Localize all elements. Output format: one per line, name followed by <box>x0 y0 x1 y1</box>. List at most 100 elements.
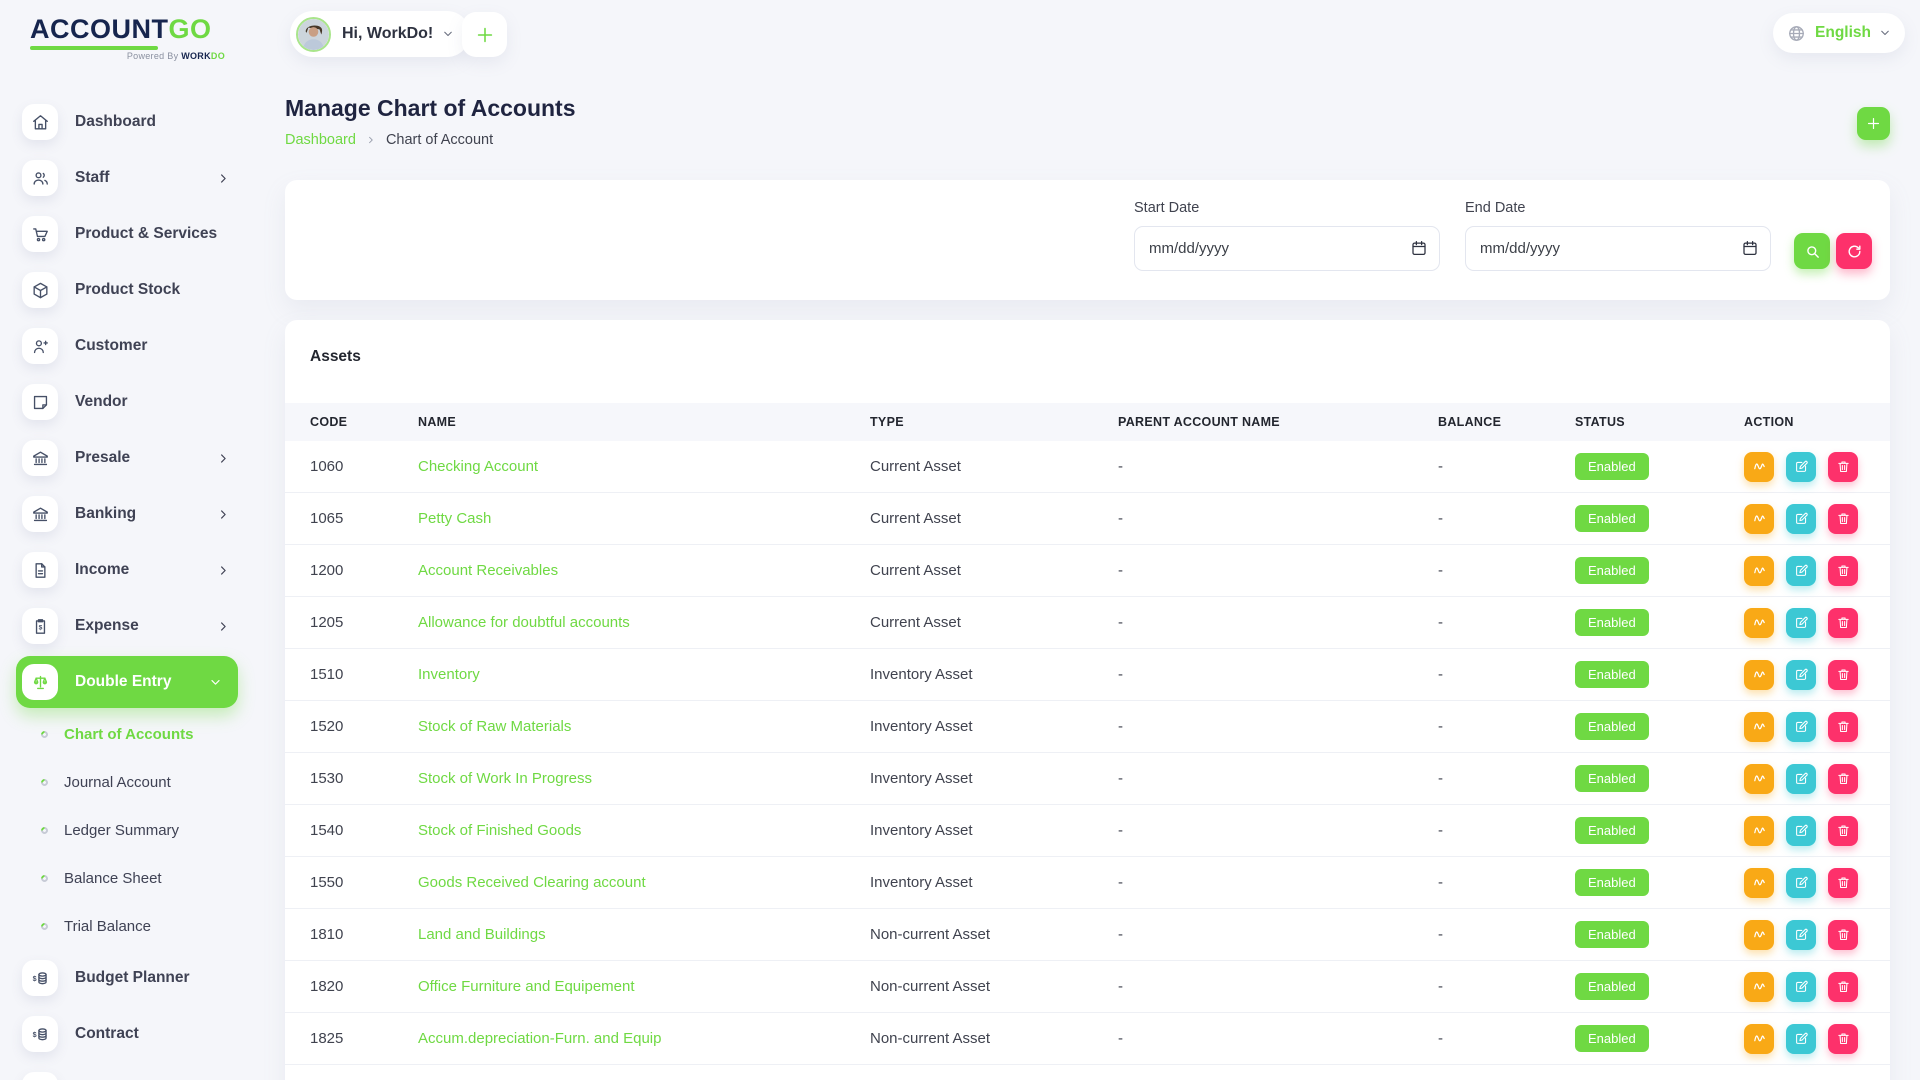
sidebar-item-dashboard[interactable]: Dashboard <box>0 94 260 150</box>
trash-icon <box>1836 771 1851 786</box>
sidebar-subitem-label: Journal Account <box>64 774 171 791</box>
cell-type: Current Asset <box>870 562 1118 579</box>
transactions-button[interactable] <box>1744 972 1774 1002</box>
edit-button[interactable] <box>1786 452 1816 482</box>
account-name-link[interactable]: Office Furniture and Equipement <box>418 978 870 995</box>
edit-button[interactable] <box>1786 608 1816 638</box>
status-badge: Enabled <box>1575 817 1649 844</box>
edit-button[interactable] <box>1786 556 1816 586</box>
transactions-button[interactable] <box>1744 504 1774 534</box>
quick-add-button[interactable] <box>462 12 507 57</box>
transactions-button[interactable] <box>1744 608 1774 638</box>
edit-button[interactable] <box>1786 868 1816 898</box>
edit-button[interactable] <box>1786 972 1816 1002</box>
transactions-button[interactable] <box>1744 556 1774 586</box>
transactions-button[interactable] <box>1744 1024 1774 1054</box>
account-name-link[interactable]: Account Receivables <box>418 562 870 579</box>
cell-code: 1825 <box>310 1030 418 1047</box>
transactions-button[interactable] <box>1744 868 1774 898</box>
start-date-input[interactable] <box>1134 226 1440 271</box>
sidebar-item-partial[interactable] <box>0 1062 260 1080</box>
reset-button[interactable] <box>1836 233 1872 269</box>
delete-button[interactable] <box>1828 660 1858 690</box>
row-actions <box>1744 920 1890 950</box>
sidebar-item-presale[interactable]: Presale <box>0 430 260 486</box>
account-name-link[interactable]: Petty Cash <box>418 510 870 527</box>
transactions-button[interactable] <box>1744 712 1774 742</box>
sidebar-item-vendor[interactable]: Vendor <box>0 374 260 430</box>
account-name-link[interactable]: Goods Received Clearing account <box>418 874 870 891</box>
edit-button[interactable] <box>1786 1024 1816 1054</box>
chevron-down-icon <box>442 28 454 40</box>
edit-button[interactable] <box>1786 764 1816 794</box>
edit-button[interactable] <box>1786 920 1816 950</box>
edit-button[interactable] <box>1786 712 1816 742</box>
transactions-button[interactable] <box>1744 660 1774 690</box>
sidebar-subitem-chart-of-accounts[interactable]: Chart of Accounts <box>0 710 260 758</box>
sidebar-item-income[interactable]: Income <box>0 542 260 598</box>
sidebar-item-expense[interactable]: $Expense <box>0 598 260 654</box>
sidebar-item-product-stock[interactable]: Product Stock <box>0 262 260 318</box>
delete-button[interactable] <box>1828 764 1858 794</box>
delete-button[interactable] <box>1828 608 1858 638</box>
row-actions <box>1744 608 1890 638</box>
app-logo: ACCOUNTGO Powered By WORKDO <box>30 16 225 61</box>
chevron-right-icon <box>217 620 230 633</box>
account-name-link[interactable]: Land and Buildings <box>418 926 870 943</box>
account-name-link[interactable]: Stock of Work In Progress <box>418 770 870 787</box>
delete-button[interactable] <box>1828 972 1858 1002</box>
sidebar-item-label: Customer <box>75 337 147 355</box>
transactions-button[interactable] <box>1744 920 1774 950</box>
account-name-link[interactable]: Stock of Raw Materials <box>418 718 870 735</box>
delete-button[interactable] <box>1828 504 1858 534</box>
breadcrumb-dashboard-link[interactable]: Dashboard <box>285 132 356 148</box>
delete-button[interactable] <box>1828 868 1858 898</box>
delete-button[interactable] <box>1828 816 1858 846</box>
sidebar-item-banking[interactable]: Banking <box>0 486 260 542</box>
delete-button[interactable] <box>1828 452 1858 482</box>
search-button[interactable] <box>1794 233 1830 269</box>
delete-button[interactable] <box>1828 1024 1858 1054</box>
sidebar-subitem-journal-account[interactable]: Journal Account <box>0 758 260 806</box>
sidebar: ACCOUNTGO Powered By WORKDO Dashboard Sta… <box>0 0 260 1080</box>
sidebar-subitem-ledger-summary[interactable]: Ledger Summary <box>0 806 260 854</box>
sidebar-item-budget-planner[interactable]: $Budget Planner <box>0 950 260 1006</box>
sidebar-item-staff[interactable]: Staff <box>0 150 260 206</box>
delete-button[interactable] <box>1828 712 1858 742</box>
edit-button[interactable] <box>1786 660 1816 690</box>
edit-button[interactable] <box>1786 504 1816 534</box>
edit-button[interactable] <box>1786 816 1816 846</box>
create-account-button[interactable] <box>1857 107 1890 140</box>
transactions-button[interactable] <box>1744 452 1774 482</box>
transactions-button[interactable] <box>1744 816 1774 846</box>
account-name-link[interactable]: Allowance for doubtful accounts <box>418 614 870 631</box>
end-date-input[interactable] <box>1465 226 1771 271</box>
delete-button[interactable] <box>1828 920 1858 950</box>
transactions-button[interactable] <box>1744 764 1774 794</box>
cell-type: Inventory Asset <box>870 874 1118 891</box>
account-name-link[interactable]: Inventory <box>418 666 870 683</box>
delete-button[interactable] <box>1828 556 1858 586</box>
account-name-link[interactable]: Checking Account <box>418 458 870 475</box>
coins-icon: $ <box>22 960 58 996</box>
cell-type: Inventory Asset <box>870 770 1118 787</box>
row-actions <box>1744 816 1890 846</box>
breadcrumb: Dashboard Chart of Account <box>285 132 493 148</box>
end-date-label: End Date <box>1465 200 1771 216</box>
user-menu-button[interactable]: Hi, WorkDo! <box>290 11 470 57</box>
account-name-link[interactable]: Stock of Finished Goods <box>418 822 870 839</box>
sidebar-subitem-balance-sheet[interactable]: Balance Sheet <box>0 854 260 902</box>
sidebar-subitem-trial-balance[interactable]: Trial Balance <box>0 902 260 950</box>
account-name-link[interactable]: Accum.depreciation-Furn. and Equip <box>418 1030 870 1047</box>
edit-icon <box>1794 511 1809 526</box>
sidebar-item-label: Staff <box>75 169 109 187</box>
sidebar-item-customer[interactable]: Customer <box>0 318 260 374</box>
sidebar-item-contract[interactable]: $Contract <box>0 1006 260 1062</box>
sidebar-item-double-entry[interactable]: Double Entry <box>16 656 238 708</box>
language-selector[interactable]: English <box>1773 13 1905 53</box>
wave-icon <box>1752 771 1767 786</box>
home-icon <box>22 104 58 140</box>
sidebar-item-product-services[interactable]: Product & Services <box>0 206 260 262</box>
edit-icon <box>1794 927 1809 942</box>
chevron-right-icon <box>217 172 230 185</box>
